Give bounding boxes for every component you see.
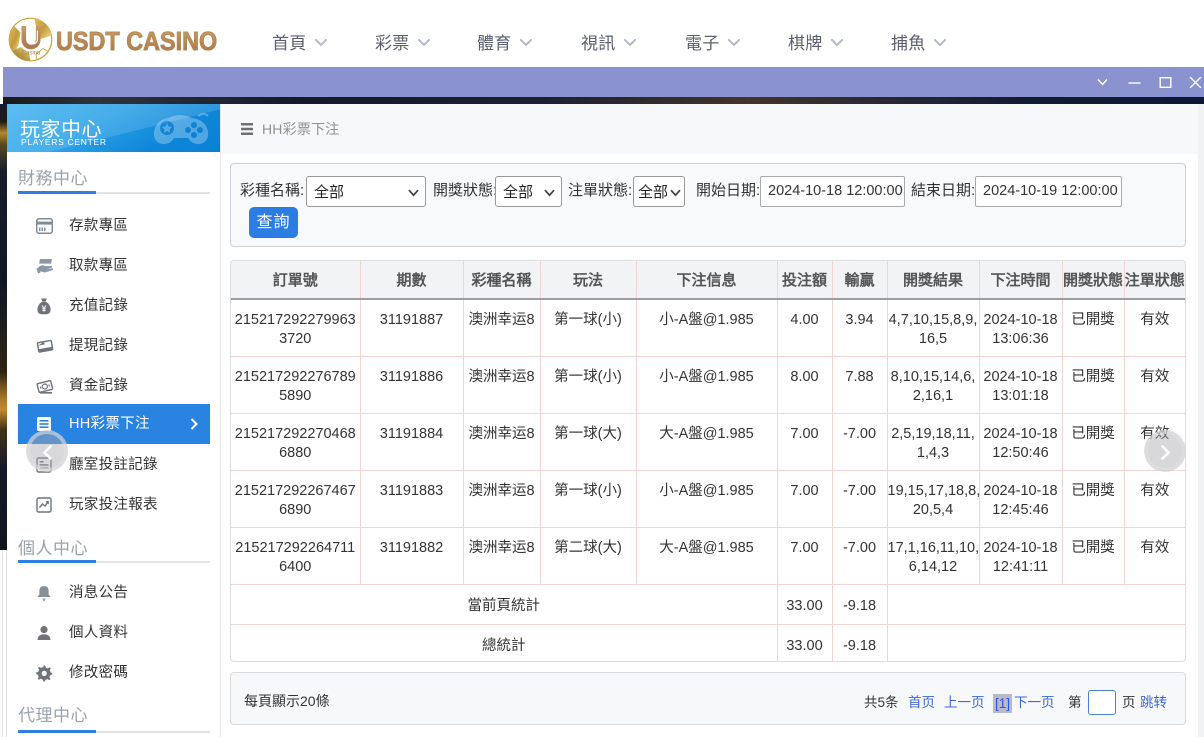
svg-text:Casino: Casino	[22, 51, 41, 57]
svg-text:¥: ¥	[42, 304, 47, 314]
